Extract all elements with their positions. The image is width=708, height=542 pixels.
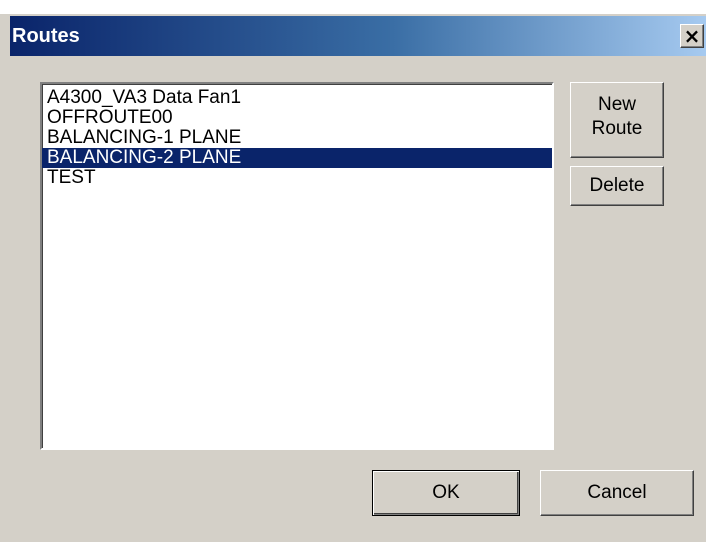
cancel-button[interactable]: Cancel bbox=[540, 470, 694, 516]
route-item[interactable]: BALANCING-1 PLANE bbox=[42, 128, 552, 148]
new-route-label-line1: New bbox=[597, 94, 636, 115]
routes-listbox[interactable]: A4300_VA3 Data Fan1 OFFROUTE00 BALANCING… bbox=[40, 82, 554, 450]
route-item[interactable]: TEST bbox=[42, 168, 552, 188]
window-title: Routes bbox=[12, 25, 80, 47]
route-item[interactable]: OFFROUTE00 bbox=[42, 108, 552, 128]
close-button[interactable]: × bbox=[680, 24, 704, 48]
route-item-selected[interactable]: BALANCING-2 PLANE bbox=[42, 148, 552, 168]
routes-list: A4300_VA3 Data Fan1 OFFROUTE00 BALANCING… bbox=[42, 84, 552, 188]
title-bar[interactable]: Routes × bbox=[10, 16, 706, 56]
routes-dialog: Routes × A4300_VA3 Data Fan1 OFFROUTE00 … bbox=[0, 14, 706, 542]
close-icon: × bbox=[683, 24, 701, 48]
ok-button[interactable]: OK bbox=[372, 470, 520, 516]
new-route-button[interactable]: New Route bbox=[570, 82, 664, 158]
new-route-label-line2: Route bbox=[591, 118, 643, 139]
route-item[interactable]: A4300_VA3 Data Fan1 bbox=[42, 88, 552, 108]
delete-button[interactable]: Delete bbox=[570, 166, 664, 206]
